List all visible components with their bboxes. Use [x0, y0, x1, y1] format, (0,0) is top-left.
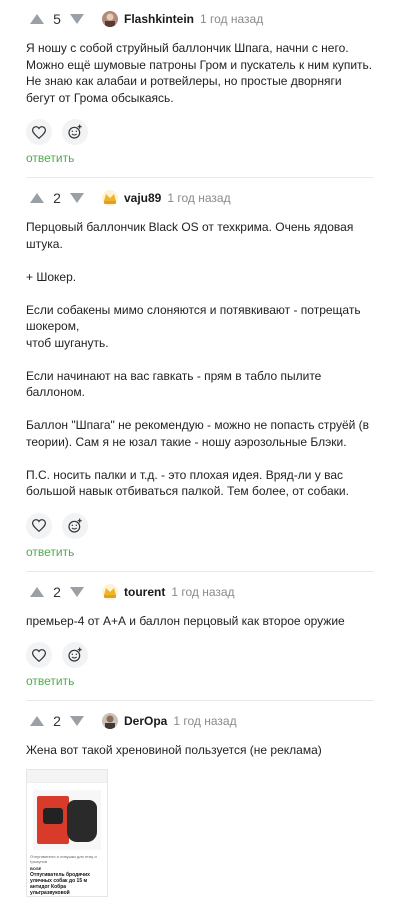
- score: 2: [53, 713, 61, 729]
- vote-control: 5: [26, 9, 88, 29]
- downvote-arrow-icon[interactable]: [66, 582, 88, 602]
- timestamp: 1 год назад: [173, 714, 237, 728]
- comment: 2 vaju89 1 год назад Перцовый баллончик …: [0, 178, 400, 572]
- avatar[interactable]: [102, 190, 118, 206]
- add-reaction-icon[interactable]: [62, 642, 88, 668]
- like-heart-icon[interactable]: [26, 512, 52, 539]
- author-name[interactable]: Flashkintein: [124, 12, 194, 26]
- downvote-arrow-icon[interactable]: [66, 711, 88, 731]
- vote-control: 2: [26, 188, 88, 208]
- like-heart-icon[interactable]: [26, 642, 52, 668]
- image-brand: BOSE: [30, 865, 42, 871]
- comment-actions: [26, 119, 374, 145]
- upvote-arrow-icon[interactable]: [26, 188, 48, 208]
- avatar[interactable]: [102, 583, 118, 600]
- comment: 5 Flashkintein 1 год назад Я ношу с собо…: [0, 0, 400, 178]
- image-caption: Отпугиватели и ловушки для птиц и грызун…: [30, 853, 97, 864]
- comment-text: Я ношу с собой струйный баллончик Шпага,…: [26, 41, 373, 105]
- avatar[interactable]: [102, 713, 118, 729]
- reply-link[interactable]: ответить: [26, 545, 374, 559]
- score: 2: [53, 583, 61, 600]
- comment-meta: 5 Flashkintein 1 год назад: [26, 3, 374, 35]
- image-product-title: Отпугиватель бродячих уличных собак до 1…: [30, 871, 90, 896]
- score: 5: [53, 11, 61, 27]
- comment-meta: 2 tourent 1 год назад: [26, 576, 374, 608]
- timestamp: 1 год назад: [200, 12, 264, 26]
- downvote-arrow-icon[interactable]: [66, 188, 88, 208]
- comment: 2 DerOpa 1 год назад Жена вот такой хрен…: [0, 701, 400, 897]
- vote-control: 2: [26, 582, 88, 602]
- add-reaction-icon[interactable]: [62, 119, 88, 145]
- timestamp: 1 год назад: [171, 584, 235, 599]
- timestamp: 1 год назад: [167, 191, 231, 205]
- author-name[interactable]: DerOpa: [124, 714, 167, 728]
- downvote-arrow-icon[interactable]: [66, 9, 88, 29]
- avatar[interactable]: [102, 11, 118, 27]
- image-header-bar: [27, 769, 107, 783]
- comment-text: премьер-4 от А+А и баллон перцовый как в…: [26, 613, 345, 628]
- vote-control: 2: [26, 711, 88, 731]
- upvote-arrow-icon[interactable]: [26, 582, 48, 602]
- comment-text: Перцовый баллончик Black OS от техкрима.…: [26, 220, 370, 498]
- comment-text: Жена вот такой хреновиной пользуется (не…: [26, 743, 322, 757]
- score: 2: [53, 190, 61, 206]
- like-heart-icon[interactable]: [26, 119, 52, 145]
- reply-link[interactable]: ответить: [26, 674, 374, 688]
- comment: 2 tourent 1 год назад премьер-4 от А+А и…: [0, 572, 400, 701]
- comment-meta: 2 DerOpa 1 год назад: [26, 705, 374, 737]
- reply-link[interactable]: ответить: [26, 151, 374, 165]
- comment-actions: [26, 642, 374, 668]
- product-device: [67, 799, 97, 842]
- author-name[interactable]: tourent: [124, 585, 165, 599]
- product-image: [33, 789, 101, 850]
- comment-actions: [26, 512, 374, 539]
- upvote-arrow-icon[interactable]: [26, 9, 48, 29]
- comment-meta: 2 vaju89 1 год назад: [26, 182, 374, 214]
- author-name[interactable]: vaju89: [124, 191, 161, 205]
- attached-image[interactable]: Отпугиватели и ловушки для птиц и грызун…: [26, 768, 108, 897]
- product-box: [37, 795, 69, 844]
- add-reaction-icon[interactable]: [62, 512, 88, 539]
- upvote-arrow-icon[interactable]: [26, 711, 48, 731]
